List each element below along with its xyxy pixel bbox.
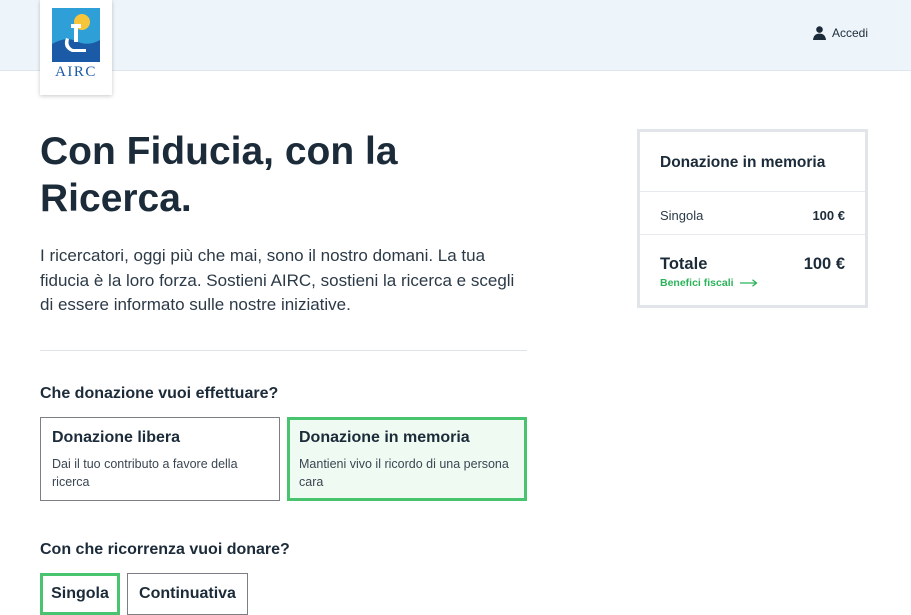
- divider: [40, 350, 527, 351]
- total-label: Totale: [660, 255, 708, 273]
- total-value: 100 €: [803, 255, 845, 273]
- logo-text: AIRC: [55, 64, 97, 80]
- user-icon: [812, 26, 826, 40]
- login-link[interactable]: Accedi: [812, 26, 868, 40]
- donation-summary: Donazione in memoria Singola 100 € Total…: [637, 129, 868, 308]
- summary-divider: [640, 191, 865, 192]
- donation-type-question: Che donazione vuoi effettuare?: [40, 385, 279, 402]
- option-description: Mantieni vivo il ricordo di una persona …: [299, 457, 509, 489]
- benefici-fiscali-link[interactable]: Benefici fiscali: [660, 277, 758, 289]
- intro-text: I ricercatori, oggi più che mai, sono il…: [40, 246, 515, 314]
- option-donazione-libera[interactable]: Donazione libera Dai il tuo contributo a…: [40, 417, 280, 501]
- top-bar: AIRC Accedi: [0, 0, 911, 95]
- option-title: Donazione in memoria: [299, 429, 470, 446]
- airc-logo-icon: [52, 8, 100, 62]
- summary-row-value: 100 €: [812, 208, 845, 223]
- summary-row-label: Singola: [660, 208, 704, 223]
- option-title: Donazione libera: [52, 429, 181, 446]
- airc-logo[interactable]: AIRC: [40, 0, 112, 95]
- arrow-right-icon: [739, 279, 758, 287]
- page-title: Con Fiducia, con la Ricerca.: [40, 130, 398, 220]
- summary-title: Donazione in memoria: [660, 154, 826, 171]
- login-label: Accedi: [831, 26, 868, 40]
- summary-divider: [640, 234, 865, 235]
- option-donazione-in-memoria[interactable]: Donazione in memoria Mantieni vivo il ri…: [287, 417, 527, 501]
- benefici-label: Benefici fiscali: [660, 277, 734, 289]
- recurrence-continuativa-button[interactable]: Continuativa: [127, 573, 248, 615]
- option-description: Dai il tuo contributo a favore della ric…: [52, 457, 238, 489]
- recurrence-singola-button[interactable]: Singola: [40, 573, 120, 615]
- recurrence-question: Con che ricorrenza vuoi donare?: [40, 541, 290, 558]
